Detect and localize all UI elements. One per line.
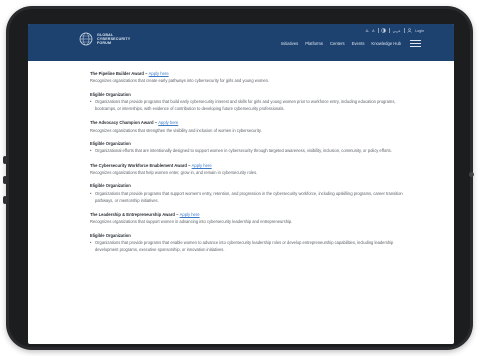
apply-link[interactable]: Apply here bbox=[192, 163, 212, 168]
login-link[interactable]: Login bbox=[415, 29, 424, 33]
award-description: Recognizes organizations that create ear… bbox=[90, 78, 270, 84]
divider bbox=[389, 28, 390, 33]
award-title: The Advocacy Champion Award – Apply here bbox=[90, 120, 179, 126]
divider bbox=[377, 28, 379, 33]
awards-content: The Pipeline Builder Award – Apply here … bbox=[90, 70, 410, 261]
apply-link[interactable]: Apply here bbox=[149, 71, 169, 76]
eligible-heading: Eligible Organization bbox=[90, 183, 131, 189]
contrast-icon[interactable] bbox=[381, 28, 386, 33]
eligible-text: Organizations that provide programs that… bbox=[95, 240, 394, 253]
eligible-item: • Organizations that provide programs tha… bbox=[90, 190, 410, 205]
award-title: The Leadership & Entrepreneurship Award … bbox=[90, 212, 200, 218]
apply-link[interactable]: Apply here bbox=[158, 120, 178, 125]
camera bbox=[469, 172, 474, 177]
eligible-text: Organizational efforts that are intentio… bbox=[95, 148, 392, 154]
eligible-heading: Eligible Organization bbox=[90, 141, 131, 147]
eligible-heading: Eligible Organization bbox=[90, 232, 131, 238]
apply-link[interactable]: Apply here bbox=[180, 212, 200, 217]
main-menu: Initiatives Platforms Centers Events Kno… bbox=[281, 41, 401, 46]
menu-item-initiatives[interactable]: Initiatives bbox=[281, 41, 298, 46]
logo-line: FORUM bbox=[97, 41, 112, 45]
browser-screen: GLOBAL CYBERSECURITY FORUM A- A عربي Log… bbox=[28, 24, 454, 344]
eligible-item: • Organizations that provide programs tha… bbox=[90, 239, 410, 254]
award-description: Recognizes organizations that support wo… bbox=[90, 219, 293, 225]
award-section: The Advocacy Champion Award – Apply here… bbox=[90, 119, 410, 154]
logo-text: GLOBAL CYBERSECURITY FORUM bbox=[97, 33, 130, 45]
site-logo[interactable]: GLOBAL CYBERSECURITY FORUM bbox=[79, 32, 130, 46]
menu-item-centers[interactable]: Centers bbox=[330, 41, 345, 46]
side-button bbox=[3, 176, 7, 184]
language-switch[interactable]: عربي bbox=[393, 29, 401, 33]
globe-logo-icon bbox=[79, 32, 93, 46]
eligible-heading: Eligible Organization bbox=[90, 91, 131, 97]
menu-item-platforms[interactable]: Platforms bbox=[305, 41, 323, 46]
hamburger-menu-icon[interactable] bbox=[410, 40, 421, 47]
award-title: The Cybersecurity Workforce Enablement A… bbox=[90, 162, 212, 168]
font-increase-button[interactable]: A bbox=[372, 29, 374, 33]
side-button bbox=[3, 196, 7, 204]
divider bbox=[403, 28, 405, 33]
top-navbar: GLOBAL CYBERSECURITY FORUM A- A عربي Log… bbox=[28, 24, 454, 61]
award-section: The Leadership & Entrepreneurship Award … bbox=[90, 211, 410, 253]
award-section: The Cybersecurity Workforce Enablement A… bbox=[90, 162, 410, 204]
award-description: Recognizes organizations that strengthen… bbox=[90, 127, 262, 133]
font-decrease-button[interactable]: A- bbox=[366, 29, 370, 33]
award-description: Recognizes organizations that help women… bbox=[90, 169, 258, 175]
menu-item-events[interactable]: Events bbox=[352, 41, 365, 46]
user-icon[interactable] bbox=[407, 28, 412, 33]
tablet-frame: GLOBAL CYBERSECURITY FORUM A- A عربي Log… bbox=[3, 6, 474, 350]
side-button bbox=[3, 156, 7, 164]
award-title: The Pipeline Builder Award – Apply here bbox=[90, 71, 169, 76]
eligible-text: Organizations that provide programs that… bbox=[95, 190, 403, 203]
award-section: The Pipeline Builder Award – Apply here … bbox=[90, 70, 410, 112]
eligible-item: • Organizations that provide programs tha… bbox=[90, 98, 410, 113]
utility-bar: A- A عربي Login bbox=[366, 28, 424, 33]
menu-item-knowledge-hub[interactable]: Knowledge Hub bbox=[371, 41, 401, 46]
eligible-item: • Organizational efforts that are intenti… bbox=[90, 148, 392, 154]
eligible-text: Organizations that provide programs that… bbox=[95, 98, 396, 112]
